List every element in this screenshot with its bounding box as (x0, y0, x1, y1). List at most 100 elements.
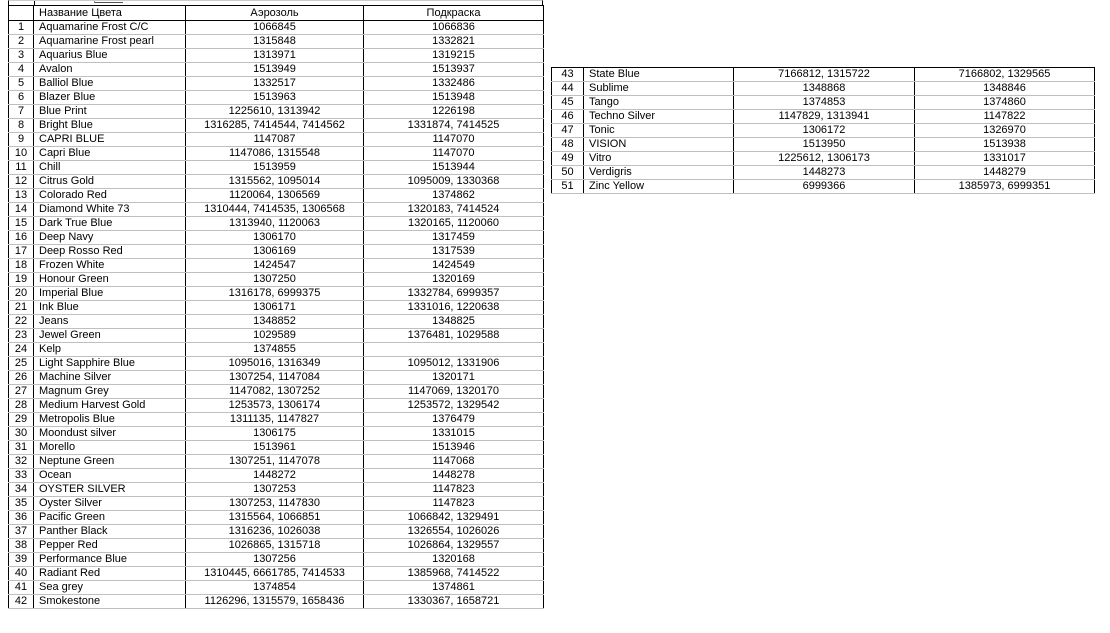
cell-row-number[interactable]: 34 (8, 482, 34, 497)
cell-tint[interactable]: 1374860 (914, 95, 1095, 110)
cell-row-number[interactable]: 46 (551, 109, 584, 124)
cell-color-name[interactable]: Aquamarine Frost pearl (33, 34, 186, 49)
cell-tint[interactable]: 1513944 (363, 160, 544, 175)
table-row[interactable]: 30 Moondust silver 1306175 1331015 (8, 426, 544, 441)
cell-color-name[interactable]: OYSTER SILVER (33, 482, 186, 497)
table-row[interactable]: 17 Deep Rosso Red 1306169 1317539 (8, 244, 544, 259)
cell-aerosol[interactable]: 1253573, 1306174 (185, 398, 364, 413)
table-row[interactable]: 11 Chill 1513959 1513944 (8, 160, 544, 175)
cell-aerosol[interactable]: 1424547 (185, 258, 364, 273)
cell-aerosol[interactable]: 1374853 (733, 95, 915, 110)
table-row[interactable]: 6 Blazer Blue 1513963 1513948 (8, 90, 544, 105)
cell-color-name[interactable]: Ocean (33, 468, 186, 483)
cell-color-name[interactable]: Frozen White (33, 258, 186, 273)
cell-aerosol[interactable]: 1126296, 1315579, 1658436 (185, 594, 364, 609)
table-row[interactable]: 26 Machine Silver 1307254, 1147084 1320171 (8, 370, 544, 385)
cell-color-name[interactable]: Pacific Green (33, 510, 186, 525)
cell-row-number[interactable]: 33 (8, 468, 34, 483)
cell-tint[interactable]: 1376479 (363, 412, 544, 427)
cell-tint[interactable]: 1376481, 1029588 (363, 328, 544, 343)
cell-row-number[interactable]: 23 (8, 328, 34, 343)
cell-aerosol[interactable]: 1374854 (185, 580, 364, 595)
cell-color-name[interactable]: Oyster Silver (33, 496, 186, 511)
cell-tint[interactable]: 1317539 (363, 244, 544, 259)
cell-color-name[interactable]: Sea grey (33, 580, 186, 595)
cell-color-name[interactable]: Medium Harvest Gold (33, 398, 186, 413)
cell-tint[interactable]: 1147822 (914, 109, 1095, 124)
cell-color-name[interactable]: Tonic (583, 123, 734, 138)
cell-tint[interactable]: 1330367, 1658721 (363, 594, 544, 609)
cell-tint[interactable]: 1424549 (363, 258, 544, 273)
cell-row-number[interactable]: 28 (8, 398, 34, 413)
cell-aerosol[interactable]: 1332517 (185, 76, 364, 91)
cell-aerosol[interactable]: 1306170 (185, 230, 364, 245)
cell-tint[interactable]: 1326970 (914, 123, 1095, 138)
cell-row-number[interactable]: 21 (8, 300, 34, 315)
cell-color-name[interactable]: Machine Silver (33, 370, 186, 385)
cell-aerosol[interactable]: 1307251, 1147078 (185, 454, 364, 469)
cell-aerosol[interactable]: 1306171 (185, 300, 364, 315)
table-row[interactable]: 8 Bright Blue 1316285, 7414544, 7414562 133… (8, 118, 544, 133)
cell-row-number[interactable]: 26 (8, 370, 34, 385)
cell-aerosol[interactable]: 1513959 (185, 160, 364, 175)
cell-row-number[interactable]: 47 (551, 123, 584, 138)
cell-row-number[interactable]: 30 (8, 426, 34, 441)
cell-row-number[interactable]: 8 (8, 118, 34, 133)
cell-aerosol[interactable]: 1315564, 1066851 (185, 510, 364, 525)
cell-row-number[interactable]: 10 (8, 146, 34, 161)
cell-aerosol[interactable]: 1307253 (185, 482, 364, 497)
cell-row-number[interactable]: 29 (8, 412, 34, 427)
cell-row-number[interactable]: 24 (8, 342, 34, 357)
cell-tint[interactable]: 1320169 (363, 272, 544, 287)
cell-row-number[interactable]: 18 (8, 258, 34, 273)
cell-tint[interactable]: 1317459 (363, 230, 544, 245)
cell-row-number[interactable]: 9 (8, 132, 34, 147)
cell-tint[interactable]: 1513938 (914, 137, 1095, 152)
cell-tint[interactable]: 1026864, 1329557 (363, 538, 544, 553)
cell-row-number[interactable]: 49 (551, 151, 584, 166)
cell-aerosol[interactable]: 1311135, 1147827 (185, 412, 364, 427)
table-row[interactable]: 10 Capri Blue 1147086, 1315548 1147070 (8, 146, 544, 161)
cell-aerosol[interactable]: 1310444, 7414535, 1306568 (185, 202, 364, 217)
cell-row-number[interactable]: 43 (551, 67, 584, 82)
cell-aerosol[interactable]: 1348852 (185, 314, 364, 329)
cell-color-name[interactable]: Diamond White 73 (33, 202, 186, 217)
cell-color-name[interactable]: Bright Blue (33, 118, 186, 133)
cell-row-number[interactable]: 7 (8, 104, 34, 119)
cell-row-number[interactable]: 19 (8, 272, 34, 287)
cell-row-number[interactable]: 2 (8, 34, 34, 49)
cell-color-name[interactable]: Chill (33, 160, 186, 175)
cell-row-number[interactable]: 14 (8, 202, 34, 217)
table-row[interactable]: 29 Metropolis Blue 1311135, 1147827 1376479 (8, 412, 544, 427)
table-row[interactable]: 13 Colorado Red 1120064, 1306569 1374862 (8, 188, 544, 203)
table-row[interactable]: 25 Light Sapphire Blue 1095016, 1316349 109… (8, 356, 544, 371)
cell-aerosol[interactable]: 1066845 (185, 20, 364, 35)
cell-tint[interactable]: 1147069, 1320170 (363, 384, 544, 399)
cell-tint[interactable]: 1095009, 1330368 (363, 174, 544, 189)
cell-tint[interactable]: 1374862 (363, 188, 544, 203)
table-row[interactable]: 46 Techno Silver 1147829, 1313941 1147822 (551, 109, 1095, 124)
cell-aerosol[interactable]: 1306175 (185, 426, 364, 441)
table-row[interactable]: 24 Kelp 1374855 (8, 342, 544, 357)
table-row[interactable]: 23 Jewel Green 1029589 1376481, 1029588 (8, 328, 544, 343)
cell-aerosol[interactable]: 1513949 (185, 62, 364, 77)
cell-row-number[interactable]: 38 (8, 538, 34, 553)
cell-aerosol[interactable]: 1120064, 1306569 (185, 188, 364, 203)
table-row[interactable]: 20 Imperial Blue 1316178, 6999375 1332784, … (8, 286, 544, 301)
cell-aerosol[interactable]: 1147829, 1313941 (733, 109, 915, 124)
cell-color-name[interactable]: Kelp (33, 342, 186, 357)
cell-color-name[interactable]: Magnum Grey (33, 384, 186, 399)
cell-color-name[interactable]: Moondust silver (33, 426, 186, 441)
cell-tint[interactable]: 1331874, 7414525 (363, 118, 544, 133)
cell-tint[interactable]: 1320165, 1120060 (363, 216, 544, 231)
cell-row-number[interactable]: 11 (8, 160, 34, 175)
cell-row-number[interactable]: 45 (551, 95, 584, 110)
cell-row-number[interactable]: 20 (8, 286, 34, 301)
cell-row-number[interactable]: 37 (8, 524, 34, 539)
cell-row-number[interactable]: 35 (8, 496, 34, 511)
table-row[interactable]: 14 Diamond White 73 1310444, 7414535, 1306… (8, 202, 544, 217)
table-row[interactable]: 48 VISION 1513950 1513938 (551, 137, 1095, 152)
cell-color-name[interactable]: Aquamarine Frost C/C (33, 20, 186, 35)
cell-aerosol[interactable]: 1348868 (733, 81, 915, 96)
cell-tint[interactable]: 1448279 (914, 165, 1095, 180)
